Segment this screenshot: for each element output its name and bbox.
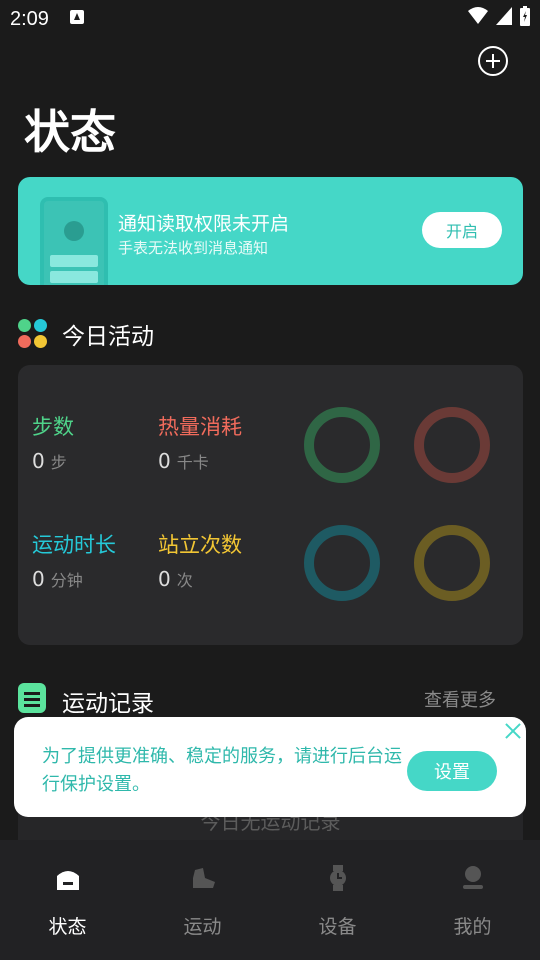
calories-value: 0 千卡	[158, 449, 209, 473]
tab-label: 我的	[453, 916, 492, 938]
steps-label: 步数	[32, 415, 74, 439]
popup-message: 为了提供更准确、稳定的服务，请进行后台运行保护设置。	[42, 746, 402, 795]
enable-button[interactable]: 开启	[422, 212, 502, 248]
watch-icon	[330, 865, 346, 891]
calories-ring	[414, 407, 490, 483]
tab-label: 设备	[318, 916, 357, 938]
phone-bar	[50, 255, 98, 267]
today-activity-title: 今日活动	[62, 324, 154, 350]
duration-value: 0 分钟	[32, 567, 83, 591]
tab-mine[interactable]: 我的	[405, 840, 540, 960]
profile-icon	[463, 866, 483, 889]
tab-label: 状态	[48, 916, 87, 938]
close-icon[interactable]	[504, 722, 522, 740]
records-title: 运动记录	[62, 691, 154, 717]
wifi-icon	[468, 7, 488, 24]
record-list-icon	[18, 683, 46, 713]
today-activity-header: 今日活动	[18, 317, 154, 351]
tab-device[interactable]: 设备	[270, 840, 405, 960]
notification-permission-banner: 通知读取权限未开启 手表无法收到消息通知 开启	[18, 177, 523, 285]
settings-button[interactable]: 设置	[407, 751, 497, 791]
phone-bar	[50, 271, 98, 283]
home-icon	[57, 871, 79, 890]
standing-value: 0次	[158, 567, 193, 591]
bell-icon	[64, 221, 84, 241]
tab-sport[interactable]: 运动	[135, 840, 270, 960]
steps-ring	[304, 407, 380, 483]
notification-icon	[70, 10, 84, 24]
calories-label: 热量消耗	[158, 415, 242, 439]
phone-icon	[40, 197, 108, 285]
tab-label: 运动	[183, 916, 222, 938]
view-more-link[interactable]: 查看更多	[424, 686, 496, 712]
tab-status[interactable]: 状态	[0, 840, 135, 960]
activity-card[interactable]: 步数 0步 热量消耗 0 千卡 运动时长 0 分钟 站立次数 0次	[18, 365, 523, 645]
duration-ring	[304, 525, 380, 601]
signal-icon	[496, 7, 512, 25]
shoe-icon	[193, 868, 215, 888]
status-bar: 2:09	[0, 0, 540, 36]
add-icon[interactable]	[478, 46, 508, 76]
status-time: 2:09	[10, 8, 49, 30]
notice-title: 通知读取权限未开启	[118, 213, 290, 235]
standing-ring	[414, 525, 490, 601]
page-title: 状态	[24, 105, 116, 159]
activity-dots-icon	[18, 319, 48, 349]
notice-subtitle: 手表无法收到消息通知	[118, 239, 269, 257]
status-icons	[468, 6, 530, 26]
battery-icon	[520, 6, 530, 26]
bottom-tab-bar: 状态 运动 设备 我的	[0, 840, 540, 960]
background-protection-popup: 为了提供更准确、稳定的服务，请进行后台运行保护设置。 设置	[14, 717, 526, 817]
duration-label: 运动时长	[32, 533, 116, 557]
steps-value: 0步	[32, 449, 67, 473]
standing-label: 站立次数	[158, 533, 242, 557]
